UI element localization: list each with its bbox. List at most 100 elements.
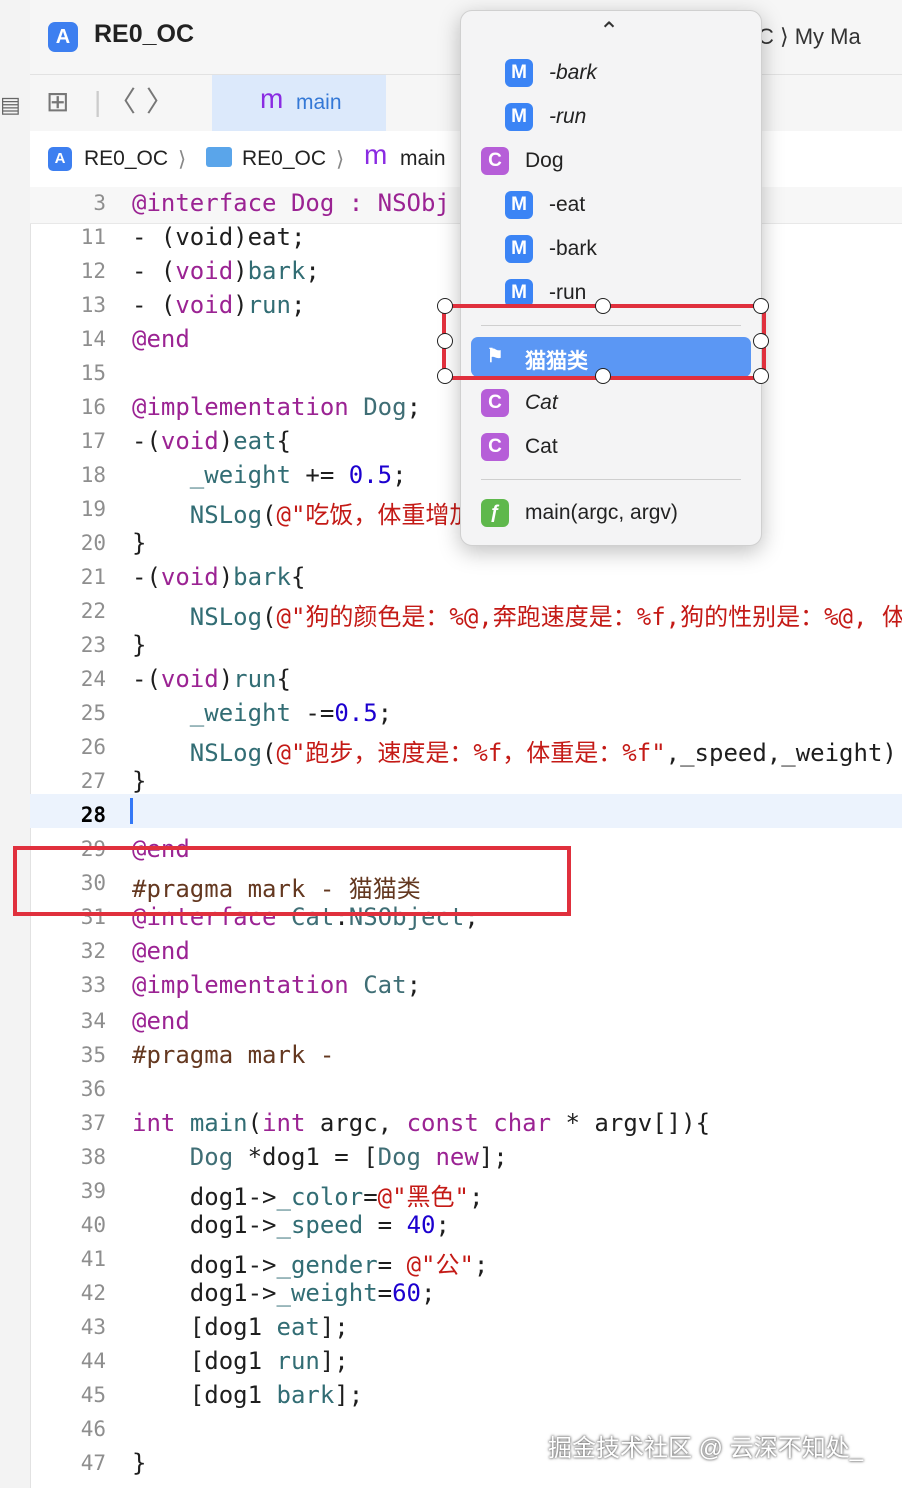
jumpbar-separator: ⟩ xyxy=(336,148,345,171)
code-line[interactable]: 41 dog1->_gender= @"公"; xyxy=(30,1243,902,1279)
code-token: void xyxy=(160,665,219,693)
resize-handle[interactable] xyxy=(595,298,611,314)
code-token: void xyxy=(160,563,219,591)
code-line[interactable]: 32 @end xyxy=(30,935,902,969)
symbol-menu-item[interactable]: M -eat xyxy=(461,185,761,225)
code-token: #pragma mark - xyxy=(132,1041,335,1069)
code-text: [dog1 bark]; xyxy=(132,1381,363,1409)
code-text: NSLog(@"狗的颜色是：%@,奔跑速度是：%f,狗的性别是：%@, 体 xyxy=(132,597,902,632)
chevron-up-icon[interactable]: ⌃ xyxy=(599,17,619,46)
grid-icon[interactable]: ⊞ xyxy=(46,87,69,117)
line-number: 32 xyxy=(80,939,106,963)
code-token: ; xyxy=(305,257,320,285)
jumpbar-file[interactable]: main xyxy=(400,147,446,171)
method-icon: M xyxy=(505,103,533,131)
code-token: ; xyxy=(473,1251,489,1279)
jump-bar-symbol-menu[interactable]: ⌃ M -bark M -run C Dog M -eat M -bark M -run ⚑ 猫猫类 C Ca… xyxy=(460,10,762,546)
code-token: *dog1 = [ xyxy=(233,1143,378,1171)
code-line[interactable]: 28 xyxy=(30,799,902,833)
symbol-menu-label: -bark xyxy=(549,237,597,260)
code-line[interactable]: 34 @end xyxy=(30,1005,902,1039)
resize-handle[interactable] xyxy=(753,333,769,349)
jumpbar-folder[interactable]: RE0_OC xyxy=(242,147,326,171)
code-token: -( xyxy=(132,563,161,591)
symbol-menu-item[interactable]: C Dog xyxy=(461,141,761,181)
code-token: run xyxy=(276,1347,320,1375)
code-token: - (void)eat; xyxy=(132,223,306,251)
code-token: ) xyxy=(218,427,234,455)
chevron-left-icon[interactable]: 〈 xyxy=(108,87,136,117)
code-line[interactable]: 43 [dog1 eat]; xyxy=(30,1311,902,1345)
code-text: NSLog(@"吃饭，体重增加 xyxy=(132,495,474,530)
code-token: } xyxy=(132,1449,147,1477)
code-text: -(void)eat{ xyxy=(132,427,291,455)
code-token: void xyxy=(160,427,219,455)
toolbar-scheme-trail[interactable]: C ⟩ My Ma xyxy=(758,24,861,50)
symbol-menu-item[interactable]: M -bark xyxy=(461,53,761,93)
code-text: @implementation Cat; xyxy=(132,971,421,999)
sidebar-toggle-icon[interactable]: ▤ xyxy=(0,92,21,118)
code-line[interactable]: 21 -(void)bark{ xyxy=(30,561,902,595)
code-token: * argv[]){ xyxy=(551,1109,711,1137)
code-text: _weight -=0.5; xyxy=(132,699,392,727)
line-number: 3 xyxy=(93,191,106,215)
resize-handle[interactable] xyxy=(753,368,769,384)
code-token: bark xyxy=(233,563,291,591)
code-line[interactable]: 39 dog1->_color=@"黑色"; xyxy=(30,1175,902,1211)
code-line[interactable]: 37 int main(int argc, const char * argv[]… xyxy=(30,1107,902,1141)
divider: | xyxy=(94,86,102,117)
symbol-menu-item[interactable]: ƒ main(argc, argv) xyxy=(461,493,761,533)
jumpbar-project[interactable]: RE0_OC xyxy=(84,147,168,171)
line-number: 14 xyxy=(80,327,106,351)
resize-handle[interactable] xyxy=(437,333,453,349)
code-line[interactable]: 42 dog1->_weight=60; xyxy=(30,1277,902,1311)
resize-handle[interactable] xyxy=(437,368,453,384)
code-token: @"公" xyxy=(406,1251,474,1279)
symbol-menu-label: Dog xyxy=(525,149,564,172)
symbol-menu-item[interactable]: M -bark xyxy=(461,229,761,269)
symbol-menu-item[interactable]: C Cat xyxy=(461,427,761,467)
code-token: 40 xyxy=(406,1211,436,1239)
code-token: ; xyxy=(421,1279,436,1307)
symbol-menu-item[interactable]: M -run xyxy=(461,97,761,137)
code-token: 60 xyxy=(392,1279,422,1307)
code-line[interactable]: 38 Dog *dog1 = [Dog new]; xyxy=(30,1141,902,1175)
code-token: new xyxy=(435,1143,479,1171)
code-text: @end xyxy=(132,937,190,965)
code-token: dog1-> xyxy=(132,1211,277,1239)
code-line[interactable]: 36 xyxy=(30,1073,902,1107)
code-token: dog1-> xyxy=(132,1279,277,1307)
code-line[interactable]: 40 dog1->_speed = 40; xyxy=(30,1209,902,1243)
code-token: eat xyxy=(276,1313,320,1341)
code-line[interactable]: 33 @implementation Cat; xyxy=(30,969,902,1003)
code-line[interactable]: 35 #pragma mark - xyxy=(30,1039,902,1073)
resize-handle[interactable] xyxy=(437,298,453,314)
code-line[interactable]: 44 [dog1 run]; xyxy=(30,1345,902,1379)
code-line[interactable]: 22 NSLog(@"狗的颜色是：%@,奔跑速度是：%f,狗的性别是：%@, 体 xyxy=(30,595,902,632)
code-line[interactable]: 27} xyxy=(30,765,902,799)
code-token: @"吃饭，体重增加 xyxy=(276,501,474,529)
window-title: RE0_OC xyxy=(94,20,195,48)
resize-handle[interactable] xyxy=(595,368,611,384)
code-token: = xyxy=(363,1211,407,1239)
chevron-right-icon[interactable]: 〉 xyxy=(146,87,174,117)
code-line[interactable]: 25 _weight -=0.5; xyxy=(30,697,902,731)
code-token: run xyxy=(233,665,277,693)
code-line[interactable]: 24 -(void)run{ xyxy=(30,663,902,697)
tab-label: main xyxy=(296,91,342,114)
folder-icon xyxy=(206,147,232,167)
symbol-menu-item[interactable]: C Cat xyxy=(461,383,761,423)
line-number: 16 xyxy=(80,395,106,419)
code-line[interactable]: 45 [dog1 bark]; xyxy=(30,1379,902,1413)
tab-main[interactable]: m main xyxy=(212,75,386,131)
code-line[interactable]: 26 NSLog(@"跑步，速度是：%f，体重是：%f",_speed,_wei… xyxy=(30,731,902,767)
code-token: -( xyxy=(132,665,161,693)
line-number: 40 xyxy=(80,1213,106,1237)
code-token: int xyxy=(262,1109,306,1137)
code-token: ; xyxy=(392,461,407,489)
resize-handle[interactable] xyxy=(753,298,769,314)
code-line[interactable]: 23} xyxy=(30,629,902,663)
code-token: dog1-> xyxy=(132,1183,277,1211)
